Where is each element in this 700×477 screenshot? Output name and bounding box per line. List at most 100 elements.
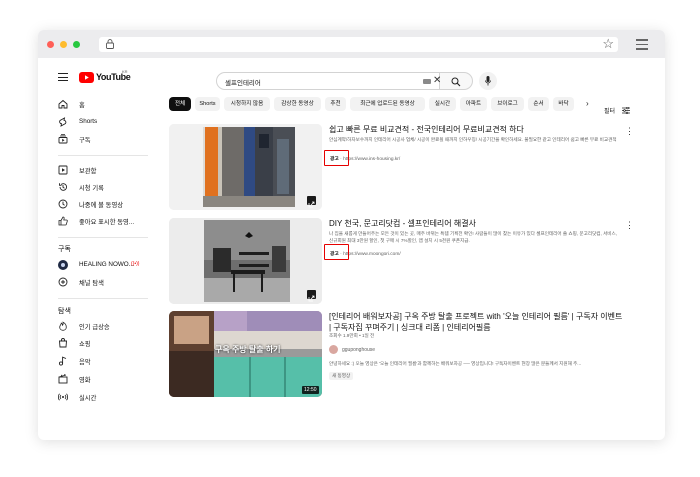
sidebar-item-label: 홈 bbox=[79, 102, 85, 109]
watch-later-icon bbox=[58, 199, 68, 209]
subscriptions-icon bbox=[58, 134, 68, 144]
chip-live[interactable]: 실시간 bbox=[429, 97, 456, 111]
more-options-icon[interactable]: ⋮ bbox=[625, 127, 634, 136]
filter-label: 필터 bbox=[604, 109, 616, 115]
chip-recommended[interactable]: 추천 bbox=[325, 97, 346, 111]
ad-thumbnail-image bbox=[169, 124, 322, 210]
sidebar-item-watch-later[interactable]: 나중에 볼 동영상 bbox=[58, 199, 158, 211]
sidebar-divider bbox=[58, 155, 148, 156]
sidebar-item-movies[interactable]: 영화 bbox=[58, 374, 158, 386]
video-title[interactable]: [인테리어 배워보자공] 구옥 주방 탈출 프로젝트 with '오늘 인테리어… bbox=[329, 311, 625, 333]
sidebar-item-label: 채널 탐색 bbox=[79, 280, 104, 287]
ad-thumbnail[interactable] bbox=[169, 124, 322, 210]
sidebar-item-label: 보관함 bbox=[79, 168, 97, 175]
sidebar-item-label: 나중에 볼 동영상 bbox=[79, 202, 124, 209]
ad-thumbnail-image bbox=[169, 218, 322, 304]
ad-label-highlight bbox=[324, 244, 349, 260]
video-thumbnail[interactable]: 구옥 주방 탈출 하기 12:50 bbox=[169, 311, 322, 397]
subscriptions-heading: 구독 bbox=[58, 246, 71, 253]
sidebar-item-label: 좋아요 표시한 동영... bbox=[79, 219, 135, 226]
explore-heading: 탐색 bbox=[58, 308, 71, 315]
sidebar-item-music[interactable]: 음악 bbox=[58, 356, 158, 368]
sidebar-item-home[interactable]: 홈 bbox=[58, 99, 158, 111]
add-channel-icon bbox=[58, 277, 68, 287]
search-input[interactable]: 셀프인테리어 ✕ bbox=[216, 72, 441, 90]
more-options-icon[interactable]: ⋮ bbox=[625, 221, 634, 230]
search-button[interactable] bbox=[440, 72, 473, 90]
chip-all[interactable]: 전체 bbox=[169, 97, 191, 111]
ad-description: 나 집을 새롭게 만들어주는 모든 것이 있는 곳, 매주 바뀌는 특템 기획전… bbox=[329, 231, 618, 243]
channel-avatar-icon bbox=[58, 260, 68, 270]
sidebar-item-label: Shorts bbox=[79, 118, 98, 125]
chip-floor[interactable]: 바닥 bbox=[553, 97, 574, 111]
sidebar-item-label: 시청 기록 bbox=[79, 185, 104, 192]
browser-menu-icon[interactable] bbox=[636, 39, 648, 50]
sidebar-divider bbox=[58, 237, 148, 238]
bookmark-star-icon[interactable]: ☆ bbox=[602, 36, 614, 51]
chip-order[interactable]: 순서 bbox=[528, 97, 549, 111]
channel-row[interactable]: gguponghouse bbox=[329, 345, 449, 355]
history-icon bbox=[59, 183, 68, 191]
ad-title[interactable]: 쉽고 빠른 무료 비교견적 - 전국인테리어 무료비교견적 하다 bbox=[329, 124, 619, 135]
ad-description: 안심계약/하자보수까지 인테리어 시공사 업체/ 시공이 완료될 때까지 인하우… bbox=[329, 137, 617, 142]
sidebar-item-label: 영화 bbox=[79, 377, 91, 384]
chip-apartment[interactable]: 아파트 bbox=[460, 97, 487, 111]
thumbnail-overlay-text: 구옥 주방 탈출 하기 bbox=[215, 345, 281, 354]
filter-icon bbox=[621, 106, 630, 115]
sidebar-item-label: HEALING NOWO... bbox=[79, 261, 134, 268]
channel-avatar[interactable] bbox=[329, 345, 338, 354]
live-indicator-icon: ((•)) bbox=[131, 261, 140, 267]
external-link-icon[interactable] bbox=[307, 196, 316, 208]
sidebar-item-subscriptions[interactable]: 구독 bbox=[58, 134, 158, 146]
ad-url[interactable]: https://www.moongori.com/ bbox=[343, 252, 401, 257]
trending-icon bbox=[59, 321, 67, 331]
sidebar-item-live[interactable]: 실시간 bbox=[58, 392, 158, 404]
address-bar[interactable]: ☆ bbox=[99, 36, 618, 52]
sidebar-divider bbox=[58, 298, 148, 299]
chip-unwatched[interactable]: 시청하지 않음 bbox=[224, 97, 270, 111]
sidebar-channel-healing[interactable]: HEALING NOWO... ((•)) bbox=[58, 260, 158, 272]
sidebar-item-shopping[interactable]: 쇼핑 bbox=[58, 338, 158, 350]
sidebar-item-label: 실시간 bbox=[79, 395, 97, 402]
chevron-right-icon[interactable]: › bbox=[586, 99, 589, 108]
chip-recently-uploaded[interactable]: 최근에 업로드된 동영상 bbox=[350, 97, 425, 111]
hamburger-menu-icon[interactable] bbox=[58, 73, 68, 82]
ad-url[interactable]: https://www.ins-housing.kr/ bbox=[343, 157, 400, 162]
sidebar-item-trending[interactable]: 인기 급상승 bbox=[58, 321, 158, 333]
sidebar-item-label: 인기 급상승 bbox=[79, 324, 110, 331]
music-icon bbox=[58, 356, 67, 366]
region-code: KR bbox=[122, 69, 128, 74]
voice-search-button[interactable] bbox=[479, 72, 497, 90]
channel-name[interactable]: gguponghouse bbox=[342, 347, 375, 353]
new-video-badge: 새 동영상 bbox=[329, 372, 354, 380]
sidebar-item-label: 구독 bbox=[79, 137, 91, 144]
sidebar-item-liked[interactable]: 좋아요 표시한 동영... bbox=[58, 216, 158, 228]
external-link-icon[interactable] bbox=[307, 290, 316, 302]
home-icon bbox=[58, 99, 68, 109]
minimize-window-button[interactable] bbox=[60, 41, 67, 48]
sidebar-item-browse-channels[interactable]: 채널 탐색 bbox=[58, 277, 158, 289]
keyboard-icon[interactable] bbox=[423, 79, 431, 84]
youtube-play-icon bbox=[79, 72, 94, 83]
thumbs-up-icon bbox=[58, 216, 68, 226]
video-description: 안녕하세요 :) 오늘 영상은 '오늘 인테리어 필름'과 함께하는 배워보자공… bbox=[329, 361, 582, 366]
close-window-button[interactable] bbox=[47, 41, 54, 48]
filter-button[interactable]: 필터 bbox=[604, 100, 630, 115]
browser-toolbar: ☆ bbox=[38, 30, 665, 58]
sidebar-item-history[interactable]: 시청 기록 bbox=[58, 182, 158, 194]
chip-watched[interactable]: 감상한 동영상 bbox=[274, 97, 321, 111]
sidebar-item-label: 쇼핑 bbox=[79, 341, 91, 348]
maximize-window-button[interactable] bbox=[73, 41, 80, 48]
chip-vlog[interactable]: 브이로그 bbox=[491, 97, 524, 111]
sidebar-item-shorts[interactable]: Shorts bbox=[58, 117, 158, 129]
chip-shorts[interactable]: Shorts bbox=[195, 97, 220, 111]
shorts-icon bbox=[59, 117, 67, 127]
ad-label-highlight bbox=[324, 150, 349, 166]
sidebar-item-label: 음악 bbox=[79, 359, 91, 366]
lock-icon bbox=[106, 39, 114, 49]
ad-thumbnail[interactable] bbox=[169, 218, 322, 304]
microphone-icon bbox=[485, 76, 491, 86]
sidebar-item-library[interactable]: 보관함 bbox=[58, 165, 158, 177]
video-meta: 조회수 1.9만회 • 1일 전 bbox=[329, 333, 375, 338]
ad-title[interactable]: DIY 천국, 문고리닷컴 - 셀프인테리어 해결사 bbox=[329, 218, 619, 229]
